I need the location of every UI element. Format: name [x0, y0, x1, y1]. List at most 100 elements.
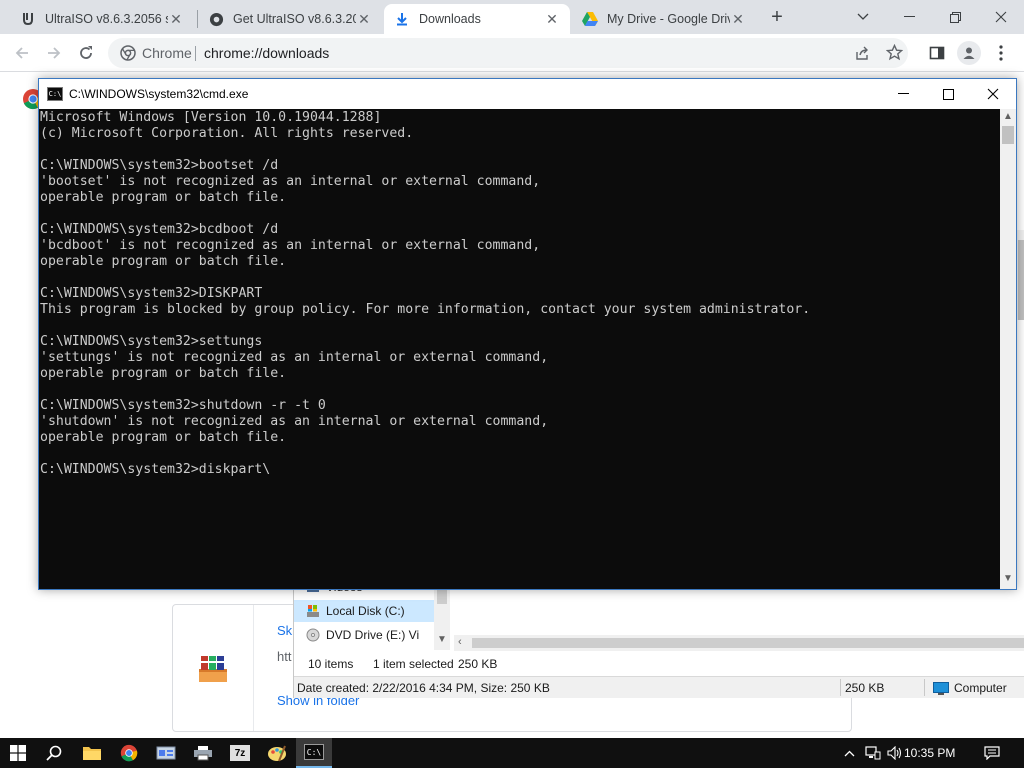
close-tab-icon[interactable]: ✕	[168, 11, 184, 27]
card-divider	[253, 605, 254, 731]
volume-icon[interactable]	[884, 738, 906, 768]
tab-search-chevron-icon[interactable]	[840, 0, 886, 34]
winrar-archive-icon	[199, 656, 227, 682]
reload-icon[interactable]	[72, 39, 100, 67]
console-line: operable program or batch file.	[40, 190, 287, 205]
back-arrow-icon[interactable]	[8, 39, 36, 67]
printer-icon	[194, 746, 212, 761]
bookmark-star-icon[interactable]	[885, 43, 904, 64]
site-label: Chrome	[142, 45, 192, 61]
nav-item-label: DVD Drive (E:) Vi	[326, 628, 420, 642]
close-tab-icon[interactable]: ✕	[544, 11, 560, 27]
start-button[interactable]	[0, 738, 36, 768]
nav-item-local-disk-c[interactable]: Local Disk (C:)	[294, 600, 434, 622]
nav-item-dvd-drive[interactable]: DVD Drive (E:) Vi	[294, 624, 434, 646]
omnibox-divider	[195, 46, 196, 61]
console-line: operable program or batch file.	[40, 366, 287, 381]
details-location: Computer	[933, 681, 1007, 695]
cmd-window[interactable]: C:\ C:\WINDOWS\system32\cmd.exe Microsof…	[38, 78, 1017, 590]
horizontal-scrollbar[interactable]: ‹	[454, 635, 1024, 651]
download-icon	[394, 11, 410, 27]
console-line: This program is blocked by group policy.…	[40, 302, 811, 317]
cmd-icon: C:\	[304, 744, 324, 760]
tab-google-drive[interactable]: My Drive - Google Driv ✕	[572, 4, 756, 34]
cmd-app-icon: C:\	[47, 87, 63, 101]
console-line: 'shutdown' is not recognized as an inter…	[40, 414, 549, 429]
download-source-url[interactable]: htt	[277, 649, 291, 664]
search-icon	[46, 745, 62, 761]
details-divider	[924, 679, 925, 696]
nav-pane-scrollbar[interactable]: ▼	[434, 580, 450, 650]
selected-size: 250 KB	[458, 657, 498, 671]
console-line: C:\WINDOWS\system32>bootset /d	[40, 158, 279, 173]
taskbar-control-panel[interactable]	[148, 738, 184, 768]
close-window-icon[interactable]	[978, 0, 1024, 34]
scroll-up-arrow-icon[interactable]: ▲	[1003, 111, 1013, 122]
local-disk-icon	[307, 605, 319, 617]
address-bar[interactable]: Chrome chrome://downloads	[108, 38, 908, 68]
cmd-close-icon[interactable]	[970, 79, 1016, 109]
console-line: C:\WINDOWS\system32>shutdown -r -t 0	[40, 398, 326, 413]
scroll-left-arrow-icon[interactable]: ‹	[458, 636, 462, 648]
tab-get-ultraiso[interactable]: Get UltraISO v8.6.3.205 ✕	[198, 4, 382, 34]
kebab-menu-icon[interactable]	[990, 42, 1012, 64]
cmd-maximize-icon[interactable]	[925, 79, 971, 109]
taskbar-7zip[interactable]: 7z	[222, 738, 258, 768]
cmd-window-title: C:\WINDOWS\system32\cmd.exe	[69, 87, 249, 101]
tab-title: Get UltraISO v8.6.3.205	[233, 12, 356, 26]
cmd-scrollbar[interactable]: ▲ ▼	[1000, 109, 1016, 589]
close-tab-icon[interactable]: ✕	[730, 11, 746, 27]
restore-icon[interactable]	[932, 0, 978, 34]
browser-tab-strip: UltraISO v8.6.3.2056 se ✕ Get UltraISO v…	[0, 0, 1024, 34]
new-tab-button[interactable]: +	[766, 6, 788, 28]
side-panel-icon[interactable]	[926, 42, 948, 64]
cmd-console-area[interactable]: Microsoft Windows [Version 10.0.19044.12…	[39, 109, 1000, 589]
explorer-status-bar: 10 items 1 item selected 250 KB	[294, 652, 1024, 674]
google-drive-icon	[582, 11, 598, 27]
nav-item-label: Local Disk (C:)	[326, 604, 405, 618]
taskbar-chrome[interactable]	[111, 738, 147, 768]
folder-icon	[83, 747, 101, 760]
console-line: operable program or batch file.	[40, 430, 287, 445]
profile-avatar-icon[interactable]	[957, 41, 981, 65]
tray-overflow-chevron-icon[interactable]	[838, 738, 860, 768]
windows-logo-icon	[10, 745, 26, 761]
7zip-icon: 7z	[230, 745, 250, 761]
control-panel-icon	[156, 746, 176, 760]
scroll-thumb[interactable]	[472, 638, 1024, 648]
console-line: 'bootset' is not recognized as an intern…	[40, 174, 541, 189]
taskbar-file-explorer[interactable]	[74, 738, 110, 768]
system-clock[interactable]: 10:35 PM	[904, 738, 955, 768]
console-output: Microsoft Windows [Version 10.0.19044.12…	[40, 110, 810, 478]
search-button[interactable]	[36, 738, 72, 768]
cmd-minimize-icon[interactable]	[880, 79, 926, 109]
url-text[interactable]: chrome://downloads	[204, 45, 329, 61]
action-center-icon[interactable]	[978, 738, 1006, 768]
close-tab-icon[interactable]: ✕	[356, 11, 372, 27]
tab-title: My Drive - Google Driv	[607, 12, 730, 26]
scroll-down-arrow-icon[interactable]: ▼	[437, 634, 447, 645]
windows-taskbar: 7z C:\ 10:35 PM	[0, 738, 1024, 768]
taskbar-printer[interactable]	[185, 738, 221, 768]
scroll-down-arrow-icon[interactable]: ▼	[1003, 573, 1013, 584]
tab-downloads[interactable]: Downloads ✕	[384, 4, 570, 34]
tab-ultraiso[interactable]: UltraISO v8.6.3.2056 se ✕	[10, 4, 194, 34]
minimize-icon[interactable]	[886, 0, 932, 34]
file-details-text: Date created: 2/22/2016 4:34 PM, Size: 2…	[297, 681, 550, 695]
share-icon[interactable]	[854, 45, 870, 64]
ultraiso-icon	[20, 11, 36, 27]
network-icon[interactable]	[862, 738, 884, 768]
cmd-title-bar[interactable]: C:\ C:\WINDOWS\system32\cmd.exe	[39, 79, 1016, 109]
console-line: operable program or batch file.	[40, 254, 287, 269]
scroll-thumb[interactable]	[1002, 126, 1014, 144]
taskbar-cmd[interactable]: C:\	[296, 738, 332, 768]
paint-icon	[268, 745, 286, 762]
taskbar-paint[interactable]	[259, 738, 295, 768]
forward-arrow-icon[interactable]	[40, 39, 68, 67]
page-scrollbar[interactable]	[1016, 230, 1024, 320]
file-explorer-window: Videos Local Disk (C:) DVD Drive (E:) Vi…	[293, 580, 1024, 698]
